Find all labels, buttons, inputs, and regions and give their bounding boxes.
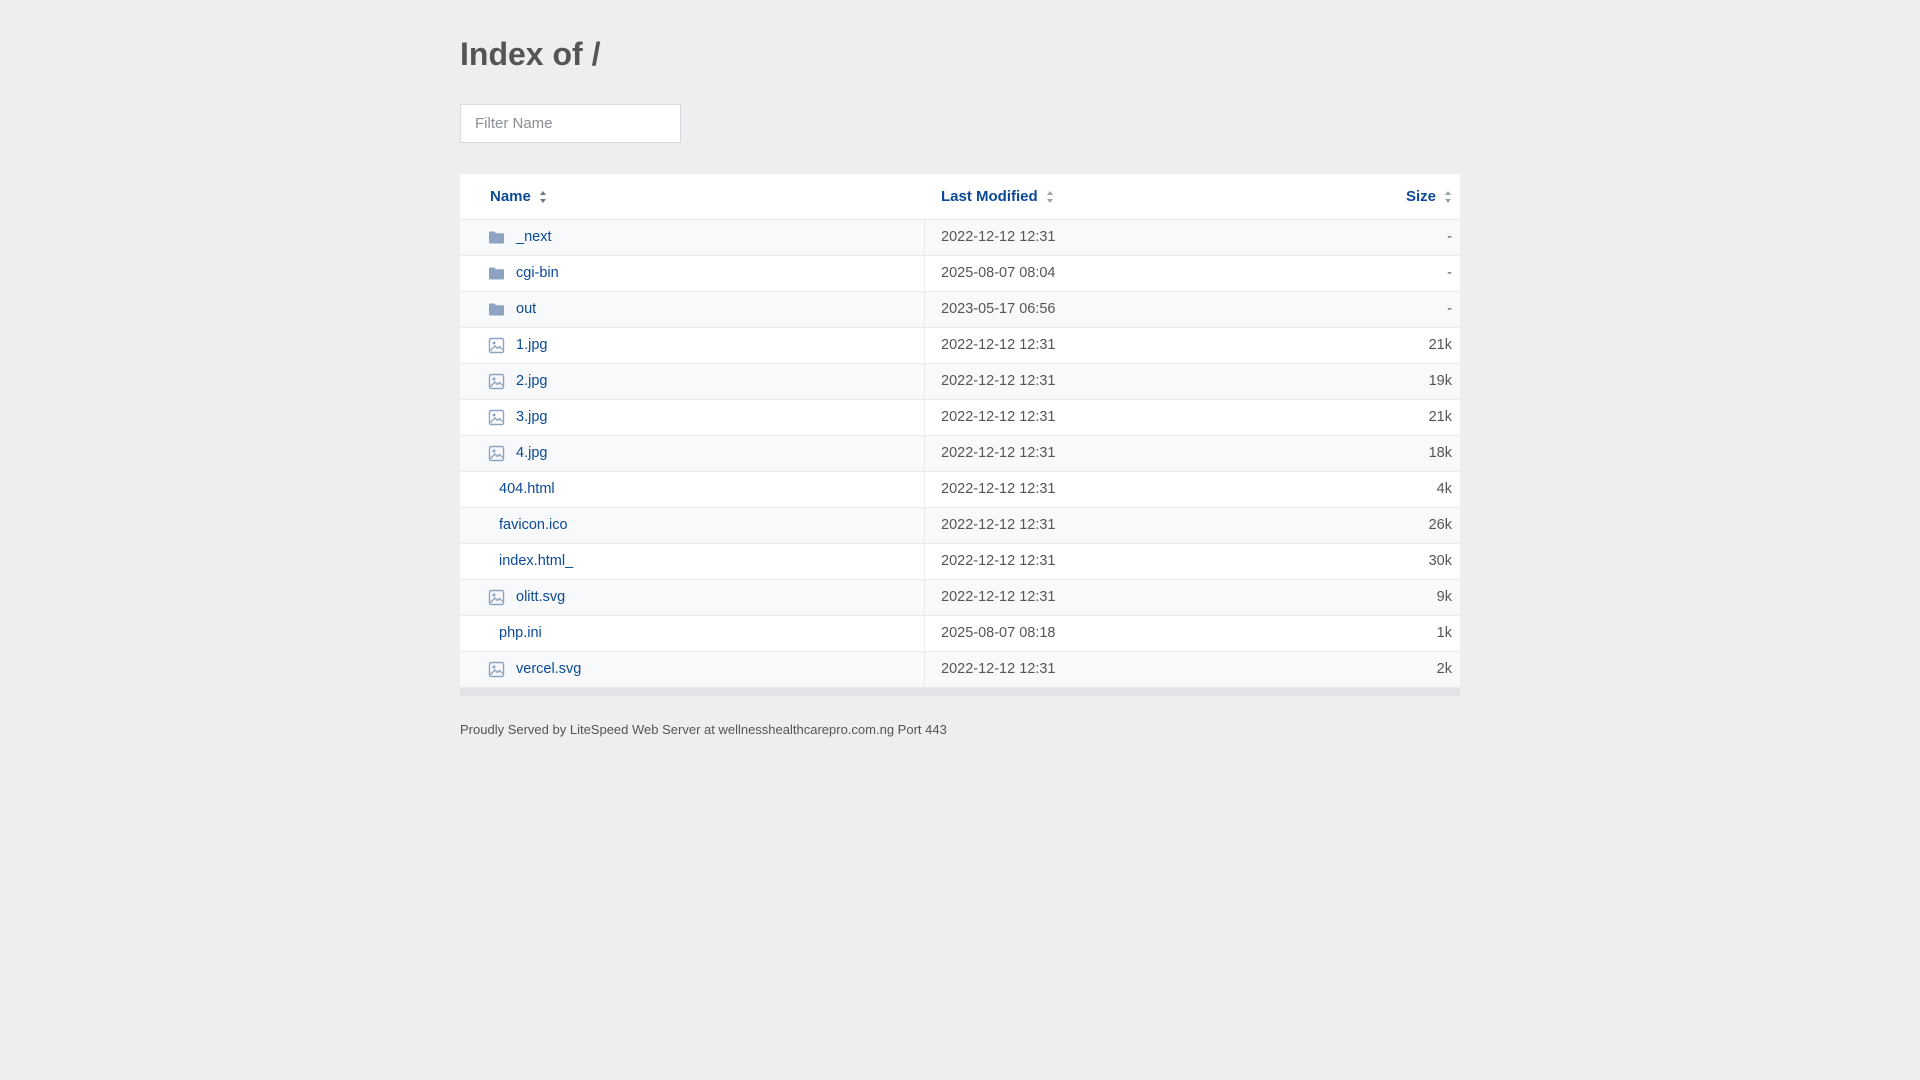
table-row: index.html_ 2022-12-12 12:31 30k	[460, 544, 1460, 580]
folder-icon	[488, 301, 505, 318]
name-cell: vercel.svg	[460, 652, 925, 687]
modified-cell: 2025-08-07 08:18	[941, 625, 1056, 641]
table-row: 1.jpg 2022-12-12 12:31 21k	[460, 328, 1460, 364]
file-link[interactable]: 1.jpg	[516, 337, 547, 353]
file-link[interactable]: olitt.svg	[516, 589, 565, 605]
size-column-label: Size	[1405, 188, 1436, 205]
image-icon	[488, 661, 505, 678]
table-body: _next 2022-12-12 12:31 - cgi-bin 2025-08-07 …	[460, 220, 1460, 688]
table-row: 4.jpg 2022-12-12 12:31 18k	[460, 436, 1460, 472]
modified-cell: 2022-12-12 12:31	[941, 409, 1056, 425]
table-row: 2.jpg 2022-12-12 12:31 19k	[460, 364, 1460, 400]
table-row: out 2023-05-17 06:56 -	[460, 292, 1460, 328]
server-footer: Proudly Served by LiteSpeed Web Server a…	[460, 722, 947, 737]
name-cell: cgi-bin	[460, 256, 925, 291]
sort-arrows-icon	[539, 190, 546, 203]
file-link[interactable]: _next	[516, 229, 551, 245]
table-row: cgi-bin 2025-08-07 08:04 -	[460, 256, 1460, 292]
table-row: _next 2022-12-12 12:31 -	[460, 220, 1460, 256]
page-title: Index of /	[460, 36, 601, 72]
image-icon	[488, 445, 505, 462]
file-link[interactable]: favicon.ico	[499, 517, 568, 533]
name-cell: php.ini	[460, 616, 925, 651]
file-link[interactable]: out	[516, 301, 536, 317]
file-link[interactable]: 3.jpg	[516, 409, 547, 425]
file-link[interactable]: cgi-bin	[516, 265, 559, 281]
size-cell: 30k	[1428, 553, 1452, 569]
size-cell: 26k	[1428, 517, 1452, 533]
modified-cell: 2022-12-12 12:31	[941, 661, 1056, 677]
table-row: 404.html 2022-12-12 12:31 4k	[460, 472, 1460, 508]
folder-icon	[488, 265, 505, 282]
name-cell: 3.jpg	[460, 400, 925, 435]
size-cell: -	[1447, 301, 1452, 317]
name-cell: 2.jpg	[460, 364, 925, 399]
size-cell: 9k	[1436, 589, 1452, 605]
modified-cell: 2022-12-12 12:31	[941, 445, 1056, 461]
folder-icon	[488, 229, 505, 246]
image-icon	[488, 409, 505, 426]
modified-cell: 2022-12-12 12:31	[941, 589, 1056, 605]
name-cell: index.html_	[460, 544, 925, 579]
table-row: php.ini 2025-08-07 08:18 1k	[460, 616, 1460, 652]
name-cell: _next	[460, 220, 925, 255]
table-row: vercel.svg 2022-12-12 12:31 2k	[460, 652, 1460, 688]
name-cell: 4.jpg	[460, 436, 925, 471]
size-cell: 1k	[1436, 625, 1452, 641]
table-header: Name Last Modified Size	[460, 174, 1460, 220]
size-cell: 18k	[1428, 445, 1452, 461]
filter-input[interactable]	[460, 104, 681, 143]
modified-cell: 2023-05-17 06:56	[941, 301, 1056, 317]
size-cell: 2k	[1436, 661, 1452, 677]
image-icon	[488, 337, 505, 354]
table-row: favicon.ico 2022-12-12 12:31 26k	[460, 508, 1460, 544]
modified-column-label: Last Modified	[941, 188, 1038, 205]
file-link[interactable]: vercel.svg	[516, 661, 581, 677]
modified-cell: 2022-12-12 12:31	[941, 337, 1056, 353]
image-icon	[488, 373, 505, 390]
size-cell: 21k	[1428, 409, 1452, 425]
name-cell: favicon.ico	[460, 508, 925, 543]
table-row: olitt.svg 2022-12-12 12:31 9k	[460, 580, 1460, 616]
name-cell: olitt.svg	[460, 580, 925, 615]
modified-cell: 2022-12-12 12:31	[941, 373, 1056, 389]
image-icon	[488, 589, 505, 606]
sort-by-name-header[interactable]: Name	[490, 188, 547, 205]
name-cell: out	[460, 292, 925, 327]
table-footer-bar	[460, 688, 1460, 696]
file-link[interactable]: index.html_	[499, 553, 573, 569]
modified-cell: 2022-12-12 12:31	[941, 481, 1056, 497]
size-cell: -	[1447, 229, 1452, 245]
modified-cell: 2022-12-12 12:31	[941, 517, 1056, 533]
sort-arrows-icon	[1046, 190, 1053, 203]
name-cell: 1.jpg	[460, 328, 925, 363]
table-row: 3.jpg 2022-12-12 12:31 21k	[460, 400, 1460, 436]
file-link[interactable]: 2.jpg	[516, 373, 547, 389]
file-link[interactable]: 404.html	[499, 481, 555, 497]
size-cell: 4k	[1436, 481, 1452, 497]
modified-cell: 2025-08-07 08:04	[941, 265, 1056, 281]
size-cell: 21k	[1428, 337, 1452, 353]
sort-by-size-header[interactable]: Size	[1406, 188, 1452, 205]
modified-cell: 2022-12-12 12:31	[941, 553, 1056, 569]
size-cell: 19k	[1428, 373, 1452, 389]
name-column-label: Name	[490, 188, 531, 205]
sort-arrows-icon	[1445, 190, 1451, 203]
file-link[interactable]: php.ini	[499, 625, 542, 641]
sort-by-modified-header[interactable]: Last Modified	[941, 188, 1054, 205]
file-table: Name Last Modified Size _next 2022-12-12…	[460, 174, 1460, 696]
size-cell: -	[1447, 265, 1452, 281]
name-cell: 404.html	[460, 472, 925, 507]
file-link[interactable]: 4.jpg	[516, 445, 547, 461]
modified-cell: 2022-12-12 12:31	[941, 229, 1056, 245]
